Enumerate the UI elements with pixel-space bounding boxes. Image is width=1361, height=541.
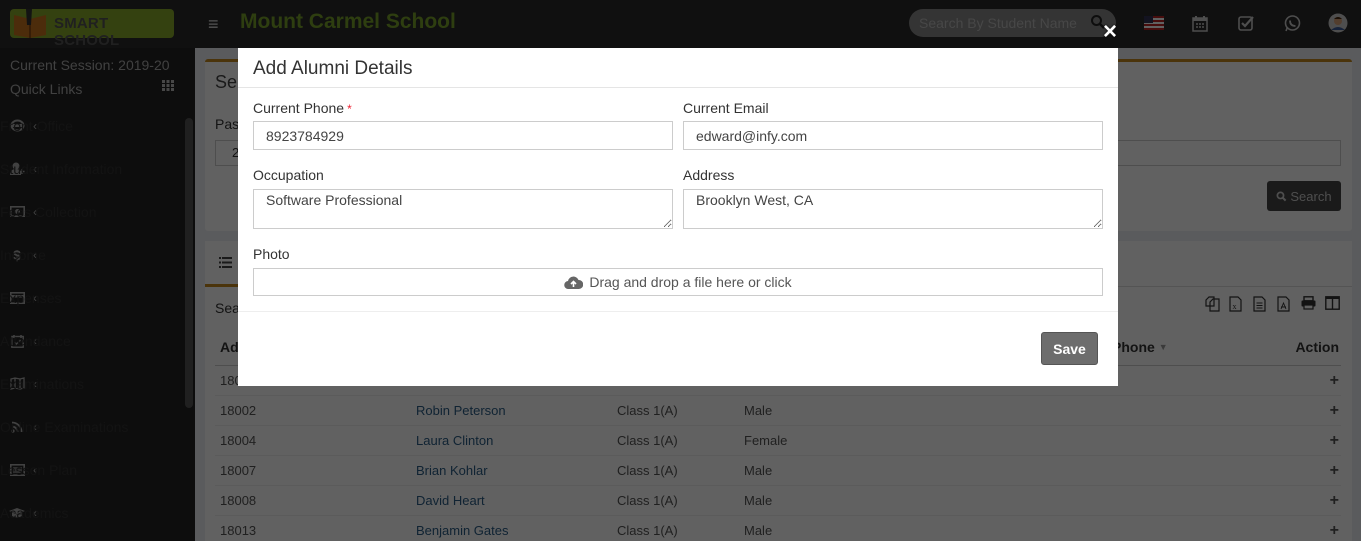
add-alumni-modal: Add Alumni Details × Current Phone* Curr…: [238, 20, 1118, 386]
dropzone-text: Drag and drop a file here or click: [589, 274, 792, 290]
modal-title: Add Alumni Details: [253, 58, 413, 79]
occupation-label: Occupation: [253, 167, 324, 183]
cloud-upload-icon: [564, 276, 584, 289]
address-label: Address: [683, 167, 735, 183]
address-textarea[interactable]: Brooklyn West, CA: [683, 189, 1103, 229]
current-phone-label: Current Phone *: [253, 100, 352, 116]
modal-header: Add Alumni Details: [238, 48, 1118, 88]
current-phone-input[interactable]: [253, 121, 673, 150]
save-button[interactable]: Save: [1041, 332, 1098, 365]
photo-dropzone[interactable]: Drag and drop a file here or click: [253, 268, 1103, 296]
current-email-label: Current Email: [683, 100, 769, 116]
occupation-textarea[interactable]: Software Professional: [253, 189, 673, 229]
required-asterisk: *: [347, 102, 352, 116]
current-email-input[interactable]: [683, 121, 1103, 150]
current-phone-label-text: Current Phone: [253, 100, 345, 116]
modal-footer: Save: [238, 311, 1118, 386]
photo-label: Photo: [253, 246, 290, 262]
close-icon[interactable]: ×: [1100, 20, 1120, 44]
